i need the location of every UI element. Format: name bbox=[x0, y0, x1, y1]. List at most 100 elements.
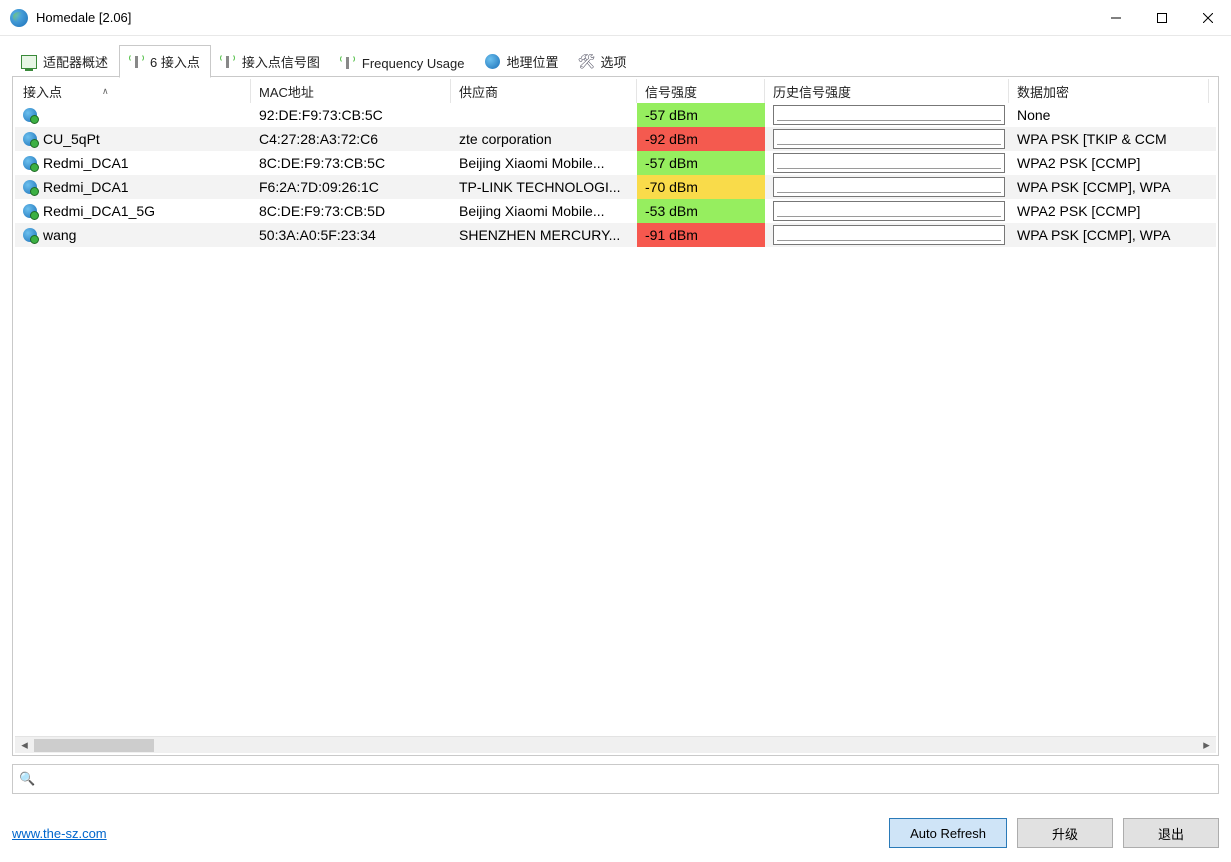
cell-vendor: Beijing Xiaomi Mobile... bbox=[451, 199, 637, 223]
scroll-thumb[interactable] bbox=[34, 739, 154, 752]
cell-vendor bbox=[451, 103, 637, 127]
cell-signal: -57 dBm bbox=[637, 103, 765, 127]
exit-button[interactable]: 退出 bbox=[1123, 818, 1219, 848]
table-row[interactable]: wang 50:3A:A0:5F:23:34SHENZHEN MERCURY...… bbox=[15, 223, 1216, 247]
network-icon bbox=[23, 108, 37, 122]
cell-signal: -57 dBm bbox=[637, 151, 765, 175]
access-point-table-frame: 接入点 ∧ MAC地址 供应商 信号强度 历史信号强度 数据加密 92:DE:F… bbox=[12, 76, 1219, 756]
cell-mac: 8C:DE:F9:73:CB:5C bbox=[251, 151, 451, 175]
cell-signal: -91 dBm bbox=[637, 223, 765, 247]
sort-indicator-icon: ∧ bbox=[102, 86, 109, 97]
cell-signal: -92 dBm bbox=[637, 127, 765, 151]
table-row[interactable]: Redmi_DCA1F6:2A:7D:09:26:1CTP-LINK TECHN… bbox=[15, 175, 1216, 199]
history-sparkline bbox=[773, 105, 1005, 125]
table-row[interactable]: 92:DE:F9:73:CB:5C -57 dBm None bbox=[15, 103, 1216, 127]
upgrade-button[interactable]: 升级 bbox=[1017, 818, 1113, 848]
cell-history bbox=[765, 175, 1009, 199]
cell-mac: C4:27:28:A3:72:C6 bbox=[251, 127, 451, 151]
tools-icon: 🛠 bbox=[579, 54, 595, 70]
cell-encryption: WPA PSK [CCMP], WPA bbox=[1009, 223, 1209, 247]
tab-frequency-usage[interactable]: Frequency Usage bbox=[331, 48, 476, 77]
network-icon bbox=[23, 180, 37, 194]
cell-access-point: Redmi_DCA1 bbox=[15, 151, 251, 175]
table-body: 92:DE:F9:73:CB:5C -57 dBm None CU_5qPt C4:27… bbox=[15, 103, 1216, 736]
tab-label: Frequency Usage bbox=[362, 56, 465, 71]
network-icon bbox=[23, 132, 37, 146]
antenna-icon bbox=[220, 54, 236, 70]
horizontal-scrollbar[interactable]: ◂ ▸ bbox=[15, 736, 1216, 753]
tab-label: 适配器概述 bbox=[43, 52, 108, 71]
cell-encryption: WPA2 PSK [CCMP] bbox=[1009, 151, 1209, 175]
history-sparkline bbox=[773, 201, 1005, 221]
tab-label: 选项 bbox=[601, 52, 627, 71]
col-label: 供应商 bbox=[459, 82, 498, 101]
scroll-track[interactable] bbox=[34, 739, 1197, 752]
tab-options[interactable]: 🛠 选项 bbox=[570, 45, 638, 77]
tab-geolocation[interactable]: 地理位置 bbox=[476, 45, 570, 77]
history-sparkline bbox=[773, 153, 1005, 173]
history-sparkline bbox=[773, 129, 1005, 149]
tab-label: 地理位置 bbox=[507, 52, 559, 71]
tab-adapter-overview[interactable]: 适配器概述 bbox=[12, 45, 119, 77]
ap-name: CU_5qPt bbox=[43, 131, 100, 147]
cell-vendor: zte corporation bbox=[451, 127, 637, 151]
website-link[interactable]: www.the-sz.com bbox=[12, 826, 107, 841]
cell-mac: F6:2A:7D:09:26:1C bbox=[251, 175, 451, 199]
col-signal[interactable]: 信号强度 bbox=[637, 79, 765, 103]
maximize-button[interactable] bbox=[1139, 0, 1185, 35]
cell-vendor: TP-LINK TECHNOLOGI... bbox=[451, 175, 637, 199]
cell-mac: 8C:DE:F9:73:CB:5D bbox=[251, 199, 451, 223]
tab-access-points[interactable]: 6 接入点 bbox=[119, 45, 211, 78]
tab-label: 接入点信号图 bbox=[242, 52, 320, 71]
app-icon bbox=[10, 9, 28, 27]
scroll-left-icon[interactable]: ◂ bbox=[17, 738, 32, 753]
monitor-icon bbox=[21, 54, 37, 70]
cell-history bbox=[765, 151, 1009, 175]
cell-access-point: Redmi_DCA1 bbox=[15, 175, 251, 199]
cell-history bbox=[765, 199, 1009, 223]
network-icon bbox=[23, 228, 37, 242]
col-mac[interactable]: MAC地址 bbox=[251, 79, 451, 103]
search-bar: 🔍 bbox=[12, 764, 1219, 794]
window-controls bbox=[1093, 0, 1231, 35]
title-bar: Homedale [2.06] bbox=[0, 0, 1231, 36]
cell-encryption: WPA PSK [CCMP], WPA bbox=[1009, 175, 1209, 199]
ap-name: wang bbox=[43, 227, 76, 243]
cell-vendor: Beijing Xiaomi Mobile... bbox=[451, 151, 637, 175]
search-icon: 🔍 bbox=[19, 771, 35, 787]
tab-label: 6 接入点 bbox=[150, 52, 200, 71]
cell-encryption: None bbox=[1009, 103, 1209, 127]
cell-encryption: WPA2 PSK [CCMP] bbox=[1009, 199, 1209, 223]
cell-access-point: Redmi_DCA1_5G bbox=[15, 199, 251, 223]
cell-vendor: SHENZHEN MERCURY... bbox=[451, 223, 637, 247]
col-vendor[interactable]: 供应商 bbox=[451, 79, 637, 103]
cell-access-point bbox=[15, 103, 251, 127]
cell-history bbox=[765, 103, 1009, 127]
col-label: 信号强度 bbox=[645, 82, 697, 101]
search-input[interactable] bbox=[41, 765, 1212, 793]
col-access-point[interactable]: 接入点 ∧ bbox=[15, 79, 251, 103]
col-history[interactable]: 历史信号强度 bbox=[765, 79, 1009, 103]
window-title: Homedale [2.06] bbox=[36, 10, 131, 25]
table-row[interactable]: Redmi_DCA1_5G8C:DE:F9:73:CB:5DBeijing Xi… bbox=[15, 199, 1216, 223]
footer: www.the-sz.com Auto Refresh 升级 退出 bbox=[0, 806, 1231, 862]
auto-refresh-button[interactable]: Auto Refresh bbox=[889, 818, 1007, 848]
cell-mac: 50:3A:A0:5F:23:34 bbox=[251, 223, 451, 247]
tab-signal-graph[interactable]: 接入点信号图 bbox=[211, 45, 331, 77]
minimize-button[interactable] bbox=[1093, 0, 1139, 35]
cell-signal: -53 dBm bbox=[637, 199, 765, 223]
col-label: 历史信号强度 bbox=[773, 82, 851, 101]
antenna-icon bbox=[128, 54, 144, 70]
globe-icon bbox=[485, 54, 501, 70]
col-encryption[interactable]: 数据加密 bbox=[1009, 79, 1209, 103]
scroll-right-icon[interactable]: ▸ bbox=[1199, 738, 1214, 753]
history-sparkline bbox=[773, 225, 1005, 245]
cell-mac: 92:DE:F9:73:CB:5C bbox=[251, 103, 451, 127]
cell-signal: -70 dBm bbox=[637, 175, 765, 199]
table-row[interactable]: CU_5qPt C4:27:28:A3:72:C6zte corporation-… bbox=[15, 127, 1216, 151]
close-button[interactable] bbox=[1185, 0, 1231, 35]
col-label: MAC地址 bbox=[259, 82, 314, 101]
cell-history bbox=[765, 127, 1009, 151]
table-row[interactable]: Redmi_DCA18C:DE:F9:73:CB:5CBeijing Xiaom… bbox=[15, 151, 1216, 175]
col-label: 数据加密 bbox=[1017, 82, 1069, 101]
